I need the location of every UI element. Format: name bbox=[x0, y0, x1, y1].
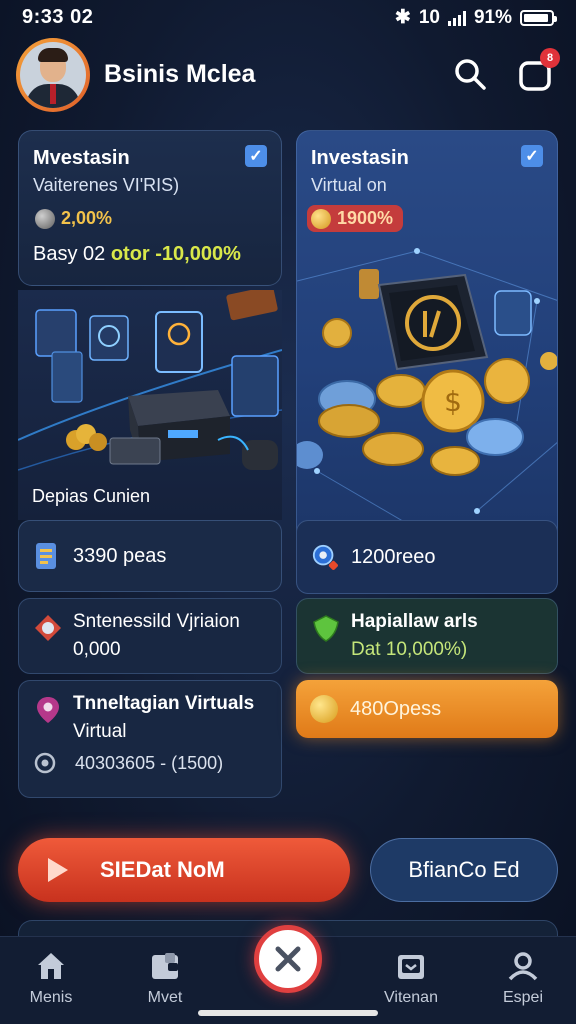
battery-percent: 91% bbox=[473, 6, 512, 28]
range-text: Basy 02 otor -10,000% bbox=[33, 243, 241, 266]
info-title: Hapiallaw arls bbox=[351, 611, 478, 632]
info-card-virtualization[interactable]: Sntenessild Vjriaion 0,000 bbox=[18, 598, 282, 674]
search-button[interactable] bbox=[452, 56, 488, 92]
secondary-button-label: BfianCo Ed bbox=[408, 857, 520, 882]
rate-badge: 1900% bbox=[307, 205, 404, 232]
nav-label: Mvet bbox=[147, 989, 183, 1006]
shield-icon bbox=[313, 615, 339, 642]
bluetooth-icon: ✱ bbox=[394, 7, 411, 28]
avatar[interactable] bbox=[16, 38, 90, 112]
points-button-label: 480Opess bbox=[350, 697, 442, 720]
investment-card-left[interactable]: Mvestasin Vaiterenes VI'RIS) ✓ 2,00% Bas… bbox=[18, 130, 282, 286]
notifications-button[interactable]: 8 bbox=[516, 48, 560, 94]
page-title: Bsinis Mclea bbox=[104, 60, 256, 88]
info-title: Sntenessild Vjriaion bbox=[73, 611, 240, 632]
coin-icon bbox=[311, 208, 331, 229]
info-title: Tnneltagian Virtuals bbox=[73, 693, 255, 714]
info-value: 0,000 bbox=[73, 639, 121, 660]
avatar-tie bbox=[50, 84, 56, 104]
network-label: 10 bbox=[418, 6, 440, 28]
card-subtitle: Vaiterenes VI'RIS) bbox=[33, 175, 180, 195]
nav-item-folder[interactable]: Vitenan bbox=[366, 949, 456, 1007]
info-value: Dat 10,000%) bbox=[351, 639, 468, 660]
avatar-hair bbox=[38, 48, 68, 62]
battery-icon bbox=[520, 9, 557, 26]
stat-card-left[interactable]: 3390 peas bbox=[18, 520, 282, 592]
signal-icon bbox=[447, 10, 466, 26]
points-button[interactable]: 480Opess bbox=[296, 680, 558, 738]
start-button[interactable]: SIEDat NoM bbox=[18, 838, 350, 902]
search-icon bbox=[455, 59, 486, 90]
range-highlight: otor -10,000% bbox=[110, 243, 241, 265]
crypto-coins-illustration: $ bbox=[297, 248, 557, 542]
home-indicator[interactable] bbox=[198, 1010, 378, 1016]
battery-level bbox=[524, 13, 548, 22]
nav-label: Menis bbox=[29, 989, 73, 1006]
notification-badge: 8 bbox=[540, 48, 560, 68]
illustration-label: Depias Cunien bbox=[32, 486, 151, 506]
home-icon bbox=[38, 953, 64, 979]
close-icon bbox=[275, 946, 301, 972]
coin-icon bbox=[310, 695, 338, 723]
nav-item-home[interactable]: Menis bbox=[6, 949, 96, 1007]
wallet-icon bbox=[152, 953, 178, 979]
card-title: Investasin bbox=[311, 147, 409, 169]
info-value: 40303605 - (1500) bbox=[75, 753, 224, 773]
app-header: Bsinis Mclea 8 bbox=[0, 36, 576, 116]
play-icon bbox=[48, 858, 68, 882]
close-button[interactable] bbox=[254, 925, 322, 993]
nav-item-wallet[interactable]: Mvet bbox=[120, 949, 210, 1007]
coin-icon bbox=[35, 208, 55, 229]
stat-value: 1200reeo bbox=[351, 545, 436, 568]
nav-item-profile[interactable]: Espei bbox=[478, 949, 568, 1007]
status-bar: 9:33 02 ✱ 10 91% bbox=[0, 0, 576, 36]
nav-label: Vitenan bbox=[384, 989, 438, 1006]
start-button-label: SIEDat NoM bbox=[100, 857, 225, 882]
stat-card-right[interactable]: 1200reeo bbox=[296, 520, 558, 594]
magnifier-coin-icon bbox=[312, 544, 338, 570]
card-subtitle: Virtual on bbox=[311, 175, 387, 195]
info-subtitle: Virtual bbox=[73, 721, 127, 742]
status-indicators: ✱ 10 91% bbox=[394, 6, 557, 29]
range-prefix: Basy 02 bbox=[33, 243, 106, 265]
profile-icon bbox=[508, 952, 538, 981]
info-card-investigation[interactable]: Tnneltagian Virtuals Virtual 40303605 - … bbox=[18, 680, 282, 798]
svg-text:$: $ bbox=[444, 385, 462, 418]
folder-icon bbox=[398, 955, 424, 979]
info-card-rewards[interactable]: Hapiallaw arls Dat 10,000%) bbox=[296, 598, 558, 674]
compass-icon bbox=[35, 615, 61, 641]
rate-value: 1900% bbox=[337, 208, 394, 228]
document-icon bbox=[36, 543, 56, 569]
stat-value: 3390 peas bbox=[73, 544, 167, 567]
nav-label: Espei bbox=[502, 989, 544, 1006]
location-pin-icon bbox=[37, 697, 59, 723]
status-time: 9:33 02 bbox=[22, 6, 94, 28]
coins-illustration: $ bbox=[297, 241, 557, 542]
rate-badge: 2,00% bbox=[31, 205, 122, 232]
target-icon bbox=[34, 752, 56, 774]
card-title: Mvestasin bbox=[33, 147, 130, 169]
rate-value: 2,00% bbox=[61, 208, 113, 228]
checkbox-icon[interactable]: ✓ bbox=[245, 145, 267, 167]
checkbox-icon[interactable]: ✓ bbox=[521, 145, 543, 167]
secondary-button[interactable]: BfianCo Ed bbox=[370, 838, 558, 902]
avatar-photo bbox=[20, 42, 86, 108]
